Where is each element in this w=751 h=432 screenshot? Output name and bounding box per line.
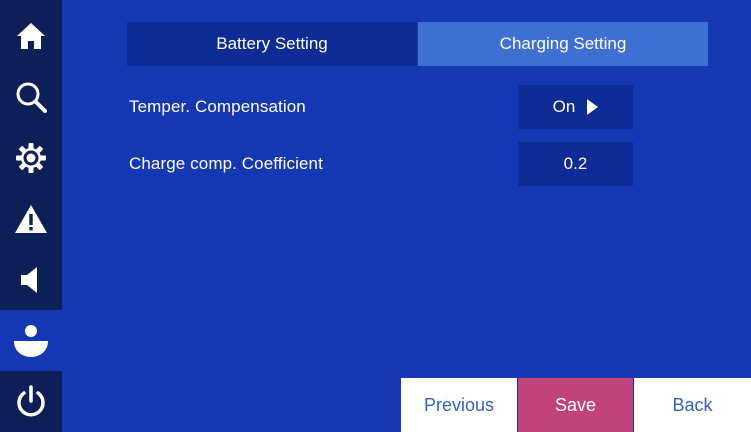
sidebar-item-alarm[interactable] [0,188,62,249]
sidebar-item-home[interactable] [0,5,62,66]
charge-comp-coefficient-value: 0.2 [563,154,588,173]
tab-battery-setting[interactable]: Battery Setting [127,22,417,66]
gear-icon [16,142,46,173]
save-button[interactable]: Save [518,378,633,432]
speaker-icon [21,266,37,293]
sidebar-item-settings[interactable] [0,127,62,188]
charge-comp-coefficient-input[interactable]: 0.2 [518,142,633,186]
tab-charging-setting-label: Charging Setting [499,34,627,53]
screen: Battery Setting Charging Setting Temper.… [0,0,751,432]
temper-compensation-toggle[interactable]: On [518,85,633,129]
sidebar [0,0,62,432]
sidebar-item-power[interactable] [0,371,62,432]
search-icon [16,82,47,113]
previous-button[interactable]: Previous [401,378,517,432]
tab-battery-setting-label: Battery Setting [216,34,328,53]
sidebar-item-search[interactable] [0,66,62,127]
warning-icon [15,204,47,233]
temper-compensation-label: Temper. Compensation [129,97,306,116]
temper-compensation-value: On [552,97,576,116]
back-button[interactable]: Back [634,378,751,432]
power-icon [17,384,45,416]
sidebar-item-user[interactable] [0,310,62,371]
tab-charging-setting[interactable]: Charging Setting [418,22,708,66]
home-icon [17,22,45,49]
sidebar-item-sound[interactable] [0,249,62,310]
user-icon [14,324,48,357]
play-arrow-icon [587,99,599,115]
charge-comp-coefficient-label: Charge comp. Coefficient [129,154,323,173]
